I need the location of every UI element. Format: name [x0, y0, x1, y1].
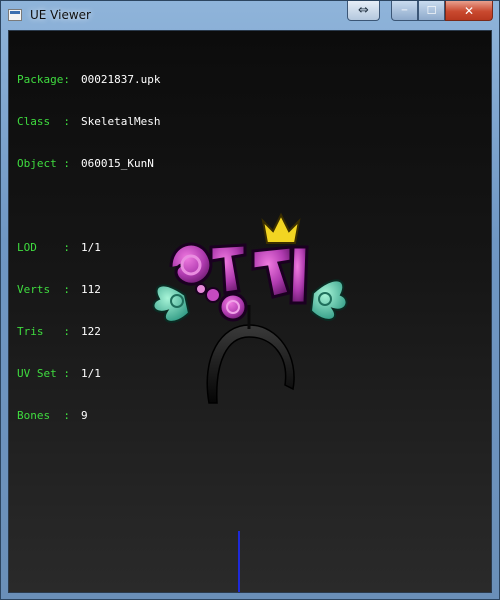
info-label: Object :: [17, 157, 70, 170]
viewport[interactable]: Package: 00021837.upk Class : SkeletalMesh…: [8, 30, 492, 593]
info-value: 060015_KunN: [81, 157, 154, 170]
info-value: SkeletalMesh: [81, 115, 161, 128]
app-window: UE Viewer ⇔ ─ ☐ ✕ Package: 00021837.upk C…: [0, 0, 500, 600]
info-label: Bones :: [17, 409, 70, 422]
info-value: 00021837.upk: [81, 73, 161, 86]
info-value: 1/1: [81, 367, 101, 380]
info-lod: LOD : 1/1: [17, 241, 160, 255]
info-label: UV Set :: [17, 367, 70, 380]
info-uvset: UV Set : 1/1: [17, 367, 160, 381]
close-button[interactable]: ✕: [445, 1, 493, 21]
close-icon: ✕: [463, 3, 475, 18]
info-label: LOD :: [17, 241, 70, 254]
info-label: Tris :: [17, 325, 70, 338]
info-class: Class : SkeletalMesh: [17, 115, 160, 129]
info-verts: Verts : 112: [17, 283, 160, 297]
z-axis-line: [238, 531, 240, 592]
window-title: UE Viewer: [30, 8, 91, 22]
info-object: Object : 060015_KunN: [17, 157, 160, 171]
mesh-info-panel: Package: 00021837.upk Class : SkeletalMesh…: [17, 45, 160, 451]
minimize-icon: ─: [401, 5, 408, 16]
info-label: Class :: [17, 115, 70, 128]
info-tris: Tris : 122: [17, 325, 160, 339]
minimize-button[interactable]: ─: [391, 1, 418, 21]
maximize-icon: ☐: [426, 4, 437, 17]
info-package: Package: 00021837.upk: [17, 73, 160, 87]
info-bones: Bones : 9: [17, 409, 160, 423]
info-value: 112: [81, 283, 101, 296]
swap-button[interactable]: ⇔: [347, 1, 380, 21]
info-label: Verts :: [17, 283, 70, 296]
skeletal-mesh-model: 엽자: [152, 212, 348, 404]
info-value: 9: [81, 409, 88, 422]
info-value: 1/1: [81, 241, 101, 254]
info-label: Package:: [17, 73, 70, 86]
info-value: 122: [81, 325, 101, 338]
swap-icon: ⇔: [358, 3, 369, 18]
app-icon: [8, 9, 22, 21]
model-text: 엽자: [249, 395, 251, 398]
title-bar[interactable]: UE Viewer ⇔ ─ ☐ ✕: [1, 1, 499, 30]
maximize-button[interactable]: ☐: [418, 1, 445, 21]
